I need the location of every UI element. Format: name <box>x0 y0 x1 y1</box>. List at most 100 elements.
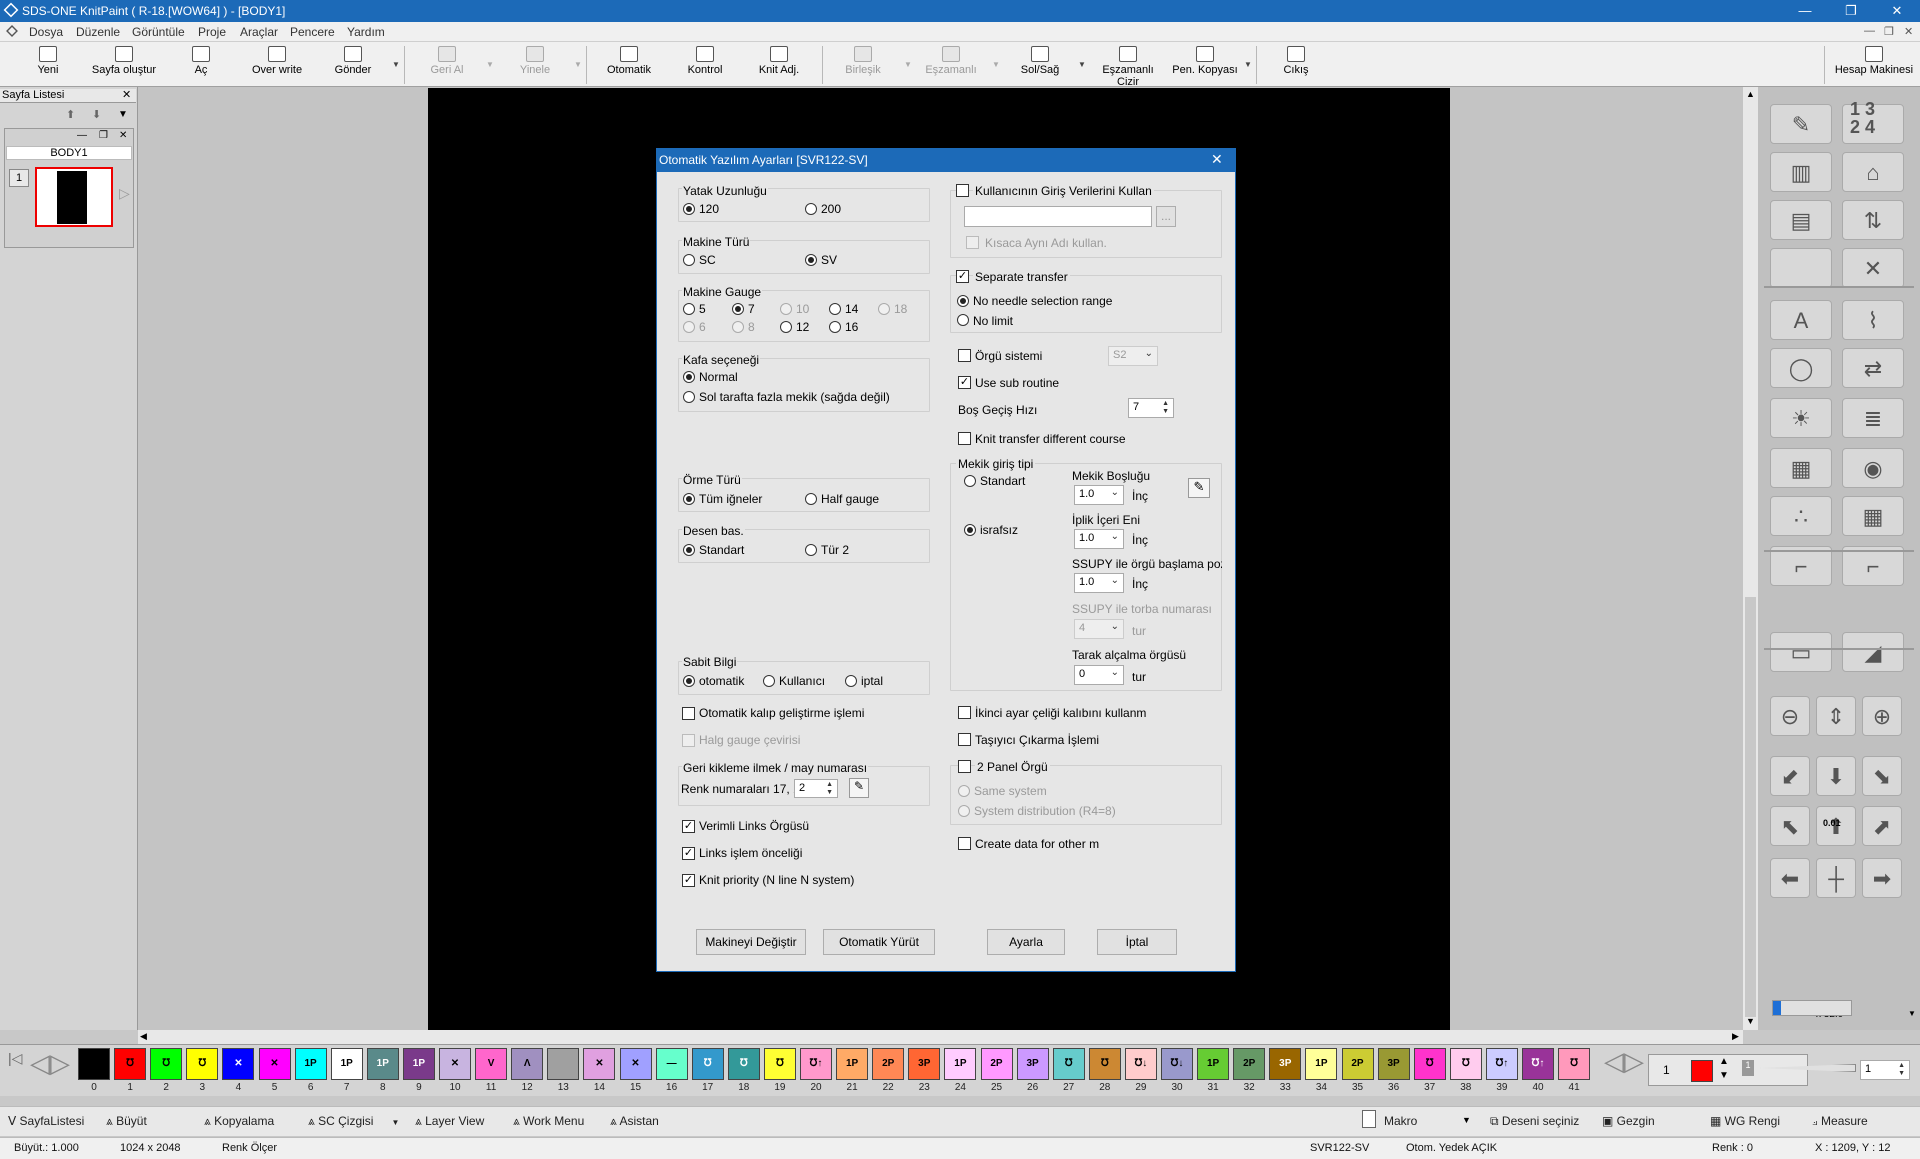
palette-swatch[interactable]: ℧ <box>114 1048 147 1080</box>
palette-swatch[interactable]: 3P <box>908 1048 941 1080</box>
carrier-remove-checkbox[interactable] <box>958 733 971 746</box>
zoom-slider-thumb[interactable] <box>1773 1001 1781 1015</box>
merge-dropdown-icon[interactable]: ▼ <box>904 60 912 69</box>
head-left-extra-radio[interactable] <box>683 391 695 403</box>
spin-arrows-icon[interactable]: ▲ ▼ <box>1162 400 1169 416</box>
fill-tool-icon[interactable]: ◉ <box>1842 448 1904 488</box>
pan-vertical-icon[interactable]: ⬉ <box>1770 806 1810 846</box>
pak-tool-icon[interactable]: ▤ <box>1770 200 1832 240</box>
knit-tool-icon[interactable]: ✕ <box>1842 248 1904 288</box>
sync-button[interactable]: Eşzamanlı <box>918 44 984 85</box>
palette-swatch[interactable]: 1P <box>330 1048 363 1080</box>
cube-tool-icon[interactable]: ▦ <box>1770 448 1832 488</box>
yarn-width-select[interactable]: 1.0 ⌄ <box>1074 529 1124 549</box>
arrow-up-icon[interactable]: ⬅ <box>1770 858 1810 898</box>
palette-swatch[interactable]: ℧ <box>1413 1048 1446 1080</box>
navigator-button[interactable]: ▣ Gezgin <box>1602 1114 1655 1128</box>
thumb-next-icon[interactable]: ▷ <box>119 185 130 202</box>
palette-swatch[interactable]: ℧ <box>691 1048 724 1080</box>
palette-swatch[interactable]: ✕ <box>583 1048 616 1080</box>
knit-adj-button[interactable]: Knit Adj. <box>748 44 810 85</box>
palette-swatch[interactable]: 2P <box>872 1048 905 1080</box>
knit-system-select[interactable]: S2 ⌄ <box>1108 346 1158 366</box>
restore-button[interactable]: ❐ <box>1828 0 1874 22</box>
knit-half-gauge-radio[interactable] <box>805 493 817 505</box>
carrier-standart-radio[interactable] <box>964 475 976 487</box>
light-tool-icon[interactable]: ☀ <box>1770 398 1832 438</box>
scroll-down-icon[interactable]: ▼ <box>1746 1016 1755 1026</box>
color-spin-icon[interactable]: ▲ ▼ <box>1719 1055 1729 1083</box>
sub-routine-checkbox[interactable]: ✓ <box>958 376 971 389</box>
browse-button[interactable]: ... <box>1156 206 1176 227</box>
new-button[interactable]: Yeni <box>20 44 76 85</box>
palette-swatch[interactable]: Λ <box>511 1048 544 1080</box>
palette-swatch[interactable]: ✕ <box>222 1048 255 1080</box>
arrow-up-left-icon[interactable]: ⬈ <box>1862 806 1902 846</box>
palette-swatch[interactable]: V <box>475 1048 508 1080</box>
palette-swatch[interactable]: 3P <box>1377 1048 1410 1080</box>
palette-swatch[interactable]: ℧ <box>1449 1048 1482 1080</box>
bottom-page-list[interactable]: ᐯ SayfaListesi <box>8 1114 84 1128</box>
palette-swatch[interactable]: 1P <box>366 1048 399 1080</box>
second-adjust-checkbox[interactable] <box>958 706 971 719</box>
undo-button[interactable]: Geri Al <box>418 44 476 85</box>
menu-window[interactable]: Pencere <box>290 25 335 39</box>
bottom-layer-view[interactable]: ⩓ Layer View <box>415 1114 484 1129</box>
left-right-button[interactable]: Sol/Sağ <box>1008 44 1072 85</box>
gauge-7-radio[interactable] <box>732 303 744 315</box>
machine-sv-radio[interactable] <box>805 254 817 266</box>
numbers-icon[interactable]: 1 32 4 <box>1850 100 1875 136</box>
arrow-down-left-icon[interactable]: ⬊ <box>1862 756 1902 796</box>
move-up-icon[interactable]: ⬆ <box>66 108 75 121</box>
palette-swatch[interactable]: ✕ <box>258 1048 291 1080</box>
palette-swatch[interactable] <box>547 1048 580 1080</box>
measure-button[interactable]: ⟓ Measure <box>1812 1114 1868 1129</box>
thumb-close-icon[interactable]: ✕ <box>119 130 127 141</box>
auto-mold-checkbox[interactable] <box>682 707 695 720</box>
page-list-close-icon[interactable]: ✕ <box>122 88 131 101</box>
send-button[interactable]: Gönder <box>322 44 384 85</box>
dots-tool-icon[interactable]: ∴ <box>1770 496 1832 536</box>
palette-first-icon[interactable]: |◁ <box>8 1050 22 1067</box>
comb-select[interactable]: 0 ⌄ <box>1074 665 1124 685</box>
brush-tool-icon[interactable]: ✎ <box>1770 104 1832 144</box>
frame-tool-icon[interactable]: ▭ <box>1770 632 1832 672</box>
open-button[interactable]: Aç <box>170 44 232 85</box>
palette-swatch[interactable]: 3P <box>1016 1048 1049 1080</box>
create-page-button[interactable]: Sayfa oluştur <box>84 44 164 85</box>
bed-length-200-radio[interactable] <box>805 203 817 215</box>
page-thumbnail[interactable] <box>35 167 113 227</box>
ssupy-start-select[interactable]: 1.0 ⌄ <box>1074 573 1124 593</box>
menu-tools[interactable]: Araçlar <box>240 25 278 39</box>
gauge-16-radio[interactable] <box>829 321 841 333</box>
pattern-standart-radio[interactable] <box>683 544 695 556</box>
bottom-copy[interactable]: ⩓ Kopyalama <box>204 1114 274 1129</box>
palette-swatch[interactable]: ℧ <box>1052 1048 1085 1080</box>
palette-scroll-icon[interactable]: ◁▷ <box>1604 1046 1644 1077</box>
palette-swatch[interactable]: 1P <box>294 1048 327 1080</box>
merge-button[interactable]: Birleşik <box>832 44 894 85</box>
create-data-checkbox[interactable] <box>958 837 971 850</box>
change-machine-button[interactable]: Makineyi Değiştir <box>696 929 806 955</box>
short-name-checkbox[interactable] <box>966 236 979 249</box>
menu-project[interactable]: Proje <box>198 25 226 39</box>
back-knit-spinbox[interactable]: 2 ▲ ▼ <box>794 779 838 798</box>
scroll-left-icon[interactable]: ◀ <box>140 1031 147 1042</box>
knit-system-checkbox[interactable] <box>958 349 971 362</box>
bed-tool-icon[interactable]: ▥ <box>1770 152 1832 192</box>
corner2-tool-icon[interactable]: ⌐ <box>1842 546 1904 586</box>
undo-dropdown-icon[interactable]: ▼ <box>486 60 494 69</box>
pattern-type2-radio[interactable] <box>805 544 817 556</box>
carrier-gap-pick-icon[interactable]: ✎ <box>1188 478 1210 498</box>
fixed-auto-radio[interactable] <box>683 675 695 687</box>
palette-swatch[interactable]: — <box>655 1048 688 1080</box>
wg-color-button[interactable]: ▦ WG Rengi <box>1710 1114 1780 1128</box>
palette-swatch[interactable] <box>78 1048 110 1080</box>
transfer-tool-icon[interactable]: ⇅ <box>1842 200 1904 240</box>
fixed-user-radio[interactable] <box>763 675 775 687</box>
gauge-14-radio[interactable] <box>829 303 841 315</box>
color-pick-icon[interactable]: ✎ <box>849 778 869 798</box>
calculator-button[interactable]: Hesap Makinesi <box>1830 44 1918 85</box>
carrier-israfsiz-radio[interactable] <box>964 524 976 536</box>
width-spinbox[interactable]: 1 ▲ ▼ <box>1860 1060 1910 1080</box>
